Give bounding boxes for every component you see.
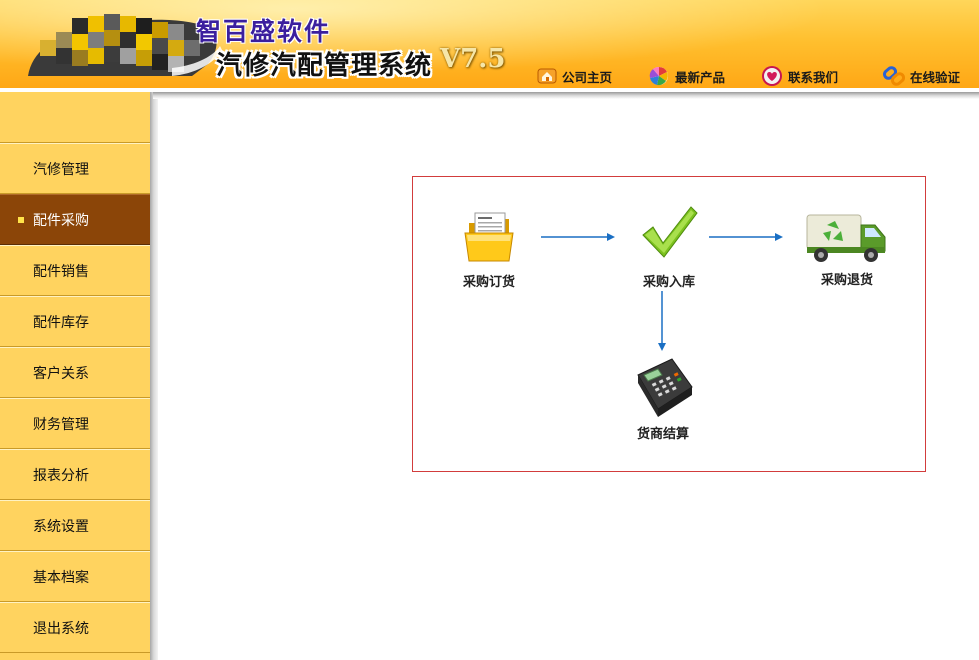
sidebar-item-label: 配件采购 — [33, 212, 89, 229]
sidebar-item-label: 配件库存 — [33, 314, 89, 331]
flow-node-purchase-stock-in[interactable]: 采购入库 — [619, 205, 719, 290]
flow-arrow-right — [541, 233, 615, 241]
pos-terminal-icon — [637, 358, 693, 417]
sidebar-item-parts-inventory[interactable]: 配件库存 — [0, 296, 153, 347]
heart-icon — [762, 66, 782, 86]
nav-contact-us[interactable]: 联系我们 — [760, 64, 838, 88]
sidebar-item-parts-sales[interactable]: 配件销售 — [0, 245, 153, 296]
nav-online-verify[interactable]: 在线验证 — [882, 64, 960, 88]
sidebar-item-label: 客户关系 — [33, 365, 89, 382]
sidebar-item-basic-records[interactable]: 基本档案 — [0, 551, 153, 602]
flow-node-label: 采购退货 — [820, 273, 873, 288]
flow-node-label: 货商结算 — [636, 427, 689, 442]
brand-name: 智百盛软件 — [196, 17, 332, 46]
sidebar-item-reports[interactable]: 报表分析 — [0, 449, 153, 500]
recycle-truck-icon — [806, 214, 886, 262]
folder-document-icon — [464, 212, 514, 262]
sidebar-item-parts-purchase[interactable]: 配件采购 — [0, 194, 153, 245]
purchase-workflow-panel: 采购订货 采购入库 采购退货 货商结算 — [412, 176, 926, 472]
nav-new-products[interactable]: 最新产品 — [647, 64, 725, 88]
nav-new-products-label: 最新产品 — [675, 69, 726, 85]
system-title: 汽修汽配管理系统 — [216, 51, 433, 81]
sidebar-item-label: 基本档案 — [33, 569, 89, 586]
nav-company-home[interactable]: 公司主页 — [536, 64, 612, 88]
sidebar-item-label: 报表分析 — [33, 467, 89, 484]
sidebar-item-repair-management[interactable]: 汽修管理 — [0, 143, 153, 194]
sidebar-item-customer-relations[interactable]: 客户关系 — [0, 347, 153, 398]
nav-contact-us-label: 联系我们 — [788, 69, 839, 85]
active-bullet-icon — [18, 217, 24, 223]
color-wheel-icon — [649, 66, 668, 86]
app-header: 智百盛软件 汽修汽配管理系统 V7.5 公司主页 最新产品 联系我们 在线验证 — [0, 0, 979, 92]
sidebar: 汽修管理 配件采购 配件销售 配件库存 客户关系 财务管理 报表分析 系统设置 … — [0, 92, 153, 660]
sidebar-item-label: 系统设置 — [33, 518, 89, 535]
sidebar-item-label: 财务管理 — [33, 416, 89, 433]
checkmark-icon — [642, 206, 698, 258]
flow-node-purchase-return[interactable]: 采购退货 — [797, 211, 897, 288]
sidebar-item-finance[interactable]: 财务管理 — [0, 398, 153, 449]
flow-arrow-down — [658, 291, 666, 351]
content-top-shadow — [153, 92, 979, 99]
nav-company-home-label: 公司主页 — [562, 69, 613, 85]
sidebar-item-label: 配件销售 — [33, 263, 89, 280]
nav-online-verify-label: 在线验证 — [910, 69, 961, 85]
flow-node-supplier-settlement[interactable]: 货商结算 — [613, 353, 713, 442]
sidebar-shadow — [150, 92, 158, 660]
car-logo-icon — [28, 14, 222, 76]
home-icon — [537, 68, 557, 84]
version-label: V7.5 — [440, 44, 506, 74]
flow-node-label: 采购入库 — [642, 275, 695, 290]
sidebar-spacer — [0, 92, 153, 143]
flow-node-label: 采购订货 — [462, 275, 515, 290]
sidebar-item-system-settings[interactable]: 系统设置 — [0, 500, 153, 551]
flow-arrow-right — [709, 233, 783, 241]
flow-node-purchase-order[interactable]: 采购订货 — [439, 209, 539, 290]
link-icon — [882, 66, 906, 86]
sidebar-item-exit[interactable]: 退出系统 — [0, 602, 153, 653]
sidebar-item-label: 退出系统 — [33, 620, 89, 637]
sidebar-item-label: 汽修管理 — [33, 161, 89, 178]
